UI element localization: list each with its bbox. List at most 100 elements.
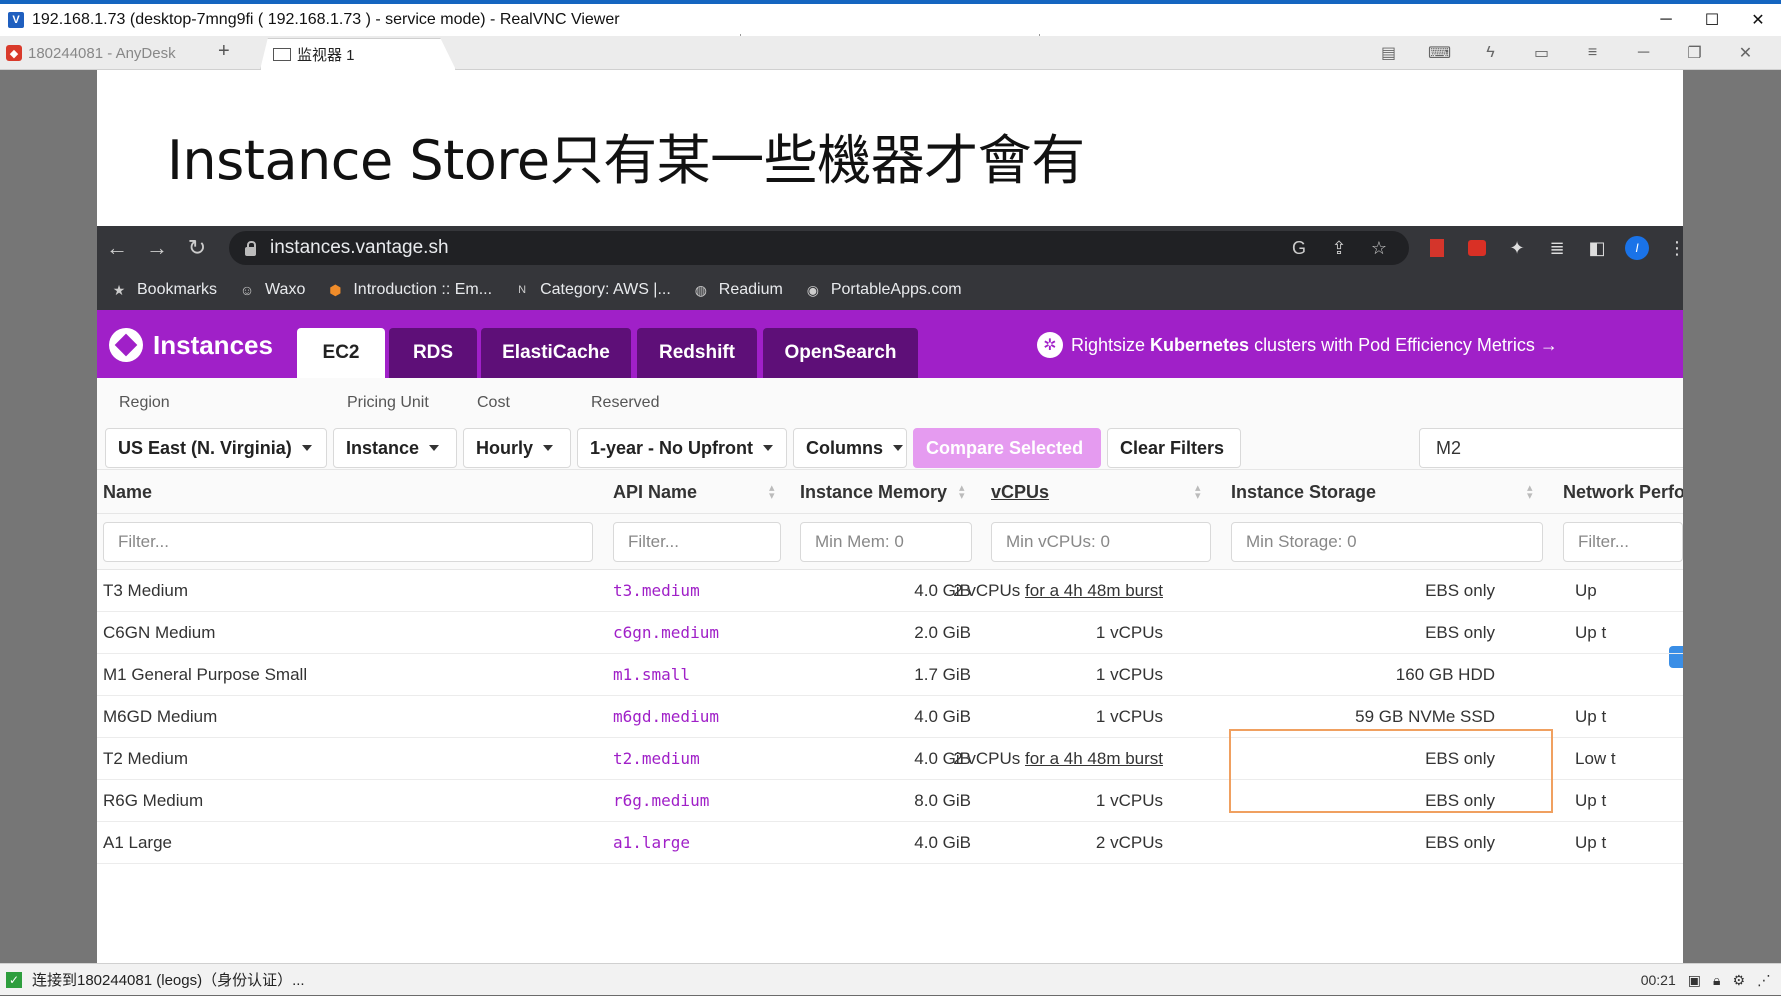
minimize-button[interactable]: ─ <box>1643 4 1689 36</box>
reserved-label: Reserved <box>591 394 660 411</box>
pricing-unit-dropdown[interactable]: Instance <box>333 428 457 468</box>
table-header: Name API Name ▴ ▾ Instance Memory ▴ ▾ vCPU… <box>97 470 1683 514</box>
sort-icon[interactable]: ▴ ▾ <box>769 483 775 502</box>
lock-status-icon[interactable]: 🔒︎ <box>1713 972 1720 989</box>
vantage-logo-icon <box>109 328 143 362</box>
address-url: instances.vantage.sh <box>270 237 449 258</box>
instance-table-body: T3 Medium t3.medium 4.0 GiB 2 vCPUs for … <box>97 570 1683 864</box>
add-tab-button[interactable]: + <box>218 40 230 63</box>
table-row[interactable]: T3 Medium t3.medium 4.0 GiB 2 vCPUs for … <box>97 570 1683 612</box>
reload-icon[interactable]: ↻ <box>177 228 217 268</box>
column-header-network[interactable]: Network Perfo <box>1563 482 1683 503</box>
anydesk-monitor-tab[interactable]: 监视器 1 <box>260 38 456 70</box>
promo-banner[interactable]: ✲ Rightsize Kubernetes clusters with Pod E… <box>1037 332 1558 358</box>
sidepanel-icon[interactable]: ◧ <box>1577 238 1617 259</box>
table-row[interactable]: C6GN Medium c6gn.medium 2.0 GiB 1 vCPUs … <box>97 612 1683 654</box>
column-header-vcpus[interactable]: vCPUs <box>991 482 1049 503</box>
menu-icon[interactable]: ≡ <box>1567 40 1618 66</box>
cost-dropdown[interactable]: Hourly <box>463 428 571 468</box>
kebab-menu-icon[interactable]: ⋮ <box>1657 238 1683 259</box>
column-header-name[interactable]: Name <box>103 482 152 503</box>
bookmark-item[interactable]: ◉ PortableApps.com <box>805 281 962 299</box>
chat-icon[interactable]: ▤ <box>1363 40 1414 66</box>
tab-rds[interactable]: RDS <box>389 328 477 378</box>
monitor-icon <box>273 48 291 61</box>
sort-icon[interactable]: ▴ ▾ <box>959 483 965 502</box>
storage-filter-input[interactable]: Min Storage: 0 <box>1231 522 1543 562</box>
browser-window: ← → ↻ instances.vantage.sh G ⇪ ☆ ✦ ≣ ◧ I… <box>97 226 1683 963</box>
n-icon: N <box>518 284 527 296</box>
clear-filters-button[interactable]: Clear Filters <box>1107 428 1241 468</box>
burst-link[interactable]: for a 4h 48m burst <box>1025 749 1163 768</box>
permissions-icon[interactable]: ⚙ <box>1732 972 1745 989</box>
bookmark-item[interactable]: N Category: AWS |... <box>514 281 671 299</box>
waxo-icon: ☺ <box>239 282 255 298</box>
sort-icon[interactable]: ▴ ▾ <box>1527 483 1533 502</box>
address-bar[interactable]: instances.vantage.sh G ⇪ ☆ <box>229 231 1409 265</box>
app-header: Instances EC2 RDS ElastiCache Redshift O… <box>97 310 1683 378</box>
book-extension-icon[interactable] <box>1417 239 1457 257</box>
bookmark-item[interactable]: ☺ Waxo <box>239 281 305 299</box>
keyboard-icon[interactable]: ⌨ <box>1414 40 1465 66</box>
anydesk-minimize-icon[interactable]: ─ <box>1618 40 1669 66</box>
table-row[interactable]: M1 General Purpose Small m1.small 1.7 Gi… <box>97 654 1683 696</box>
anydesk-restore-icon[interactable]: ❐ <box>1669 40 1720 66</box>
tab-ec2[interactable]: EC2 <box>297 328 385 378</box>
slide-title: Instance Store只有某一些機器才會有 <box>167 129 1085 192</box>
memory-filter-input[interactable]: Min Mem: 0 <box>800 522 972 562</box>
back-icon[interactable]: ← <box>97 228 137 268</box>
display-icon[interactable]: ▭ <box>1516 40 1567 66</box>
bookmark-item[interactable]: ◍ Readium <box>693 281 783 299</box>
red-extension-icon[interactable] <box>1457 240 1497 256</box>
table-row[interactable]: A1 Large a1.large 4.0 GiB 2 vCPUs EBS on… <box>97 822 1683 864</box>
connection-status: 连接到180244081 (leogs)（身份认证）... <box>32 972 305 989</box>
sort-icon[interactable]: ▴ ▾ <box>1195 483 1201 502</box>
vcpu-filter-input[interactable]: Min vCPUs: 0 <box>991 522 1211 562</box>
presentation-slide: Instance Store只有某一些機器才會有 ← → ↻ instances… <box>97 70 1683 963</box>
app-logo[interactable]: Instances <box>109 328 273 362</box>
status-bar: ✓ 连接到180244081 (leogs)（身份认证）... 00:21 ▣ … <box>0 963 1781 995</box>
resize-grip-icon[interactable]: ⋰ <box>1757 972 1771 989</box>
app-brand: Instances <box>153 329 273 360</box>
network-filter-input[interactable]: Filter... <box>1563 522 1683 562</box>
tab-elasticache[interactable]: ElastiCache <box>481 328 631 378</box>
media-icon[interactable]: ≣ <box>1537 238 1577 259</box>
pricing-unit-label: Pricing Unit <box>347 394 429 411</box>
anydesk-close-icon[interactable]: ✕ <box>1720 40 1771 66</box>
tab-redshift[interactable]: Redshift <box>637 328 757 378</box>
anydesk-tab-bar: ◆ 180244081 - AnyDesk + 监视器 1 ▤ ⌨ ϟ ▭ ≡ … <box>0 36 1781 70</box>
column-header-memory[interactable]: Instance Memory <box>800 482 947 503</box>
google-icon[interactable]: G <box>1279 238 1319 259</box>
share-icon[interactable]: ⇪ <box>1319 238 1359 259</box>
columns-dropdown[interactable]: Columns <box>793 428 907 468</box>
monitor-status-icon[interactable]: ▣ <box>1688 972 1701 989</box>
anydesk-remote-tab[interactable]: ◆ 180244081 - AnyDesk <box>6 42 176 64</box>
caret-down-icon <box>543 445 554 451</box>
profile-avatar[interactable]: I <box>1617 236 1657 260</box>
search-input[interactable]: M2 <box>1419 428 1683 468</box>
maximize-button[interactable]: ☐ <box>1689 4 1735 36</box>
name-filter-input[interactable]: Filter... <box>103 522 593 562</box>
tab-opensearch[interactable]: OpenSearch <box>763 328 918 378</box>
column-header-api[interactable]: API Name <box>613 482 697 503</box>
region-label: Region <box>119 394 170 411</box>
bookmark-item[interactable]: ★ Bookmarks <box>111 281 217 299</box>
cube-icon: ⬢ <box>329 281 342 298</box>
forward-icon[interactable]: → <box>137 228 177 268</box>
compare-selected-button[interactable]: Compare Selected <box>913 428 1101 468</box>
bookmark-item[interactable]: ⬢ Introduction :: Em... <box>327 281 492 299</box>
close-button[interactable]: ✕ <box>1735 4 1781 36</box>
bookmark-star-icon[interactable]: ☆ <box>1359 238 1399 259</box>
column-header-storage[interactable]: Instance Storage <box>1231 482 1376 503</box>
anydesk-monitor-tab-label: 监视器 1 <box>297 47 355 64</box>
api-filter-input[interactable]: Filter... <box>613 522 781 562</box>
reserved-dropdown[interactable]: 1-year - No Upfront <box>577 428 787 468</box>
vnc-title-bar: V 192.168.1.73 (desktop-7mng9fi ( 192.16… <box>0 0 1781 37</box>
lightning-icon[interactable]: ϟ <box>1465 40 1516 66</box>
burst-link[interactable]: for a 4h 48m burst <box>1025 581 1163 600</box>
star-icon: ★ <box>112 281 126 298</box>
puzzle-icon[interactable]: ✦ <box>1497 238 1537 259</box>
region-dropdown[interactable]: US East (N. Virginia) <box>105 428 327 468</box>
caret-down-icon <box>301 445 312 451</box>
filter-bar: Region Pricing Unit Cost Reserved US Eas… <box>97 378 1683 470</box>
